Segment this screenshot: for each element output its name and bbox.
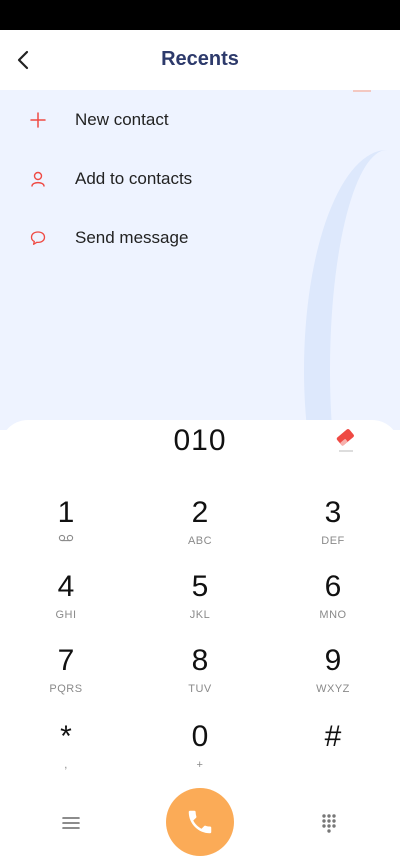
plus-icon — [28, 110, 48, 130]
key-letters: PQRS — [49, 683, 83, 695]
erase-button[interactable] — [330, 424, 362, 456]
key-digit: 5 — [191, 570, 209, 603]
person-icon — [28, 169, 48, 189]
status-bar — [0, 0, 400, 30]
key-digit: 9 — [324, 644, 342, 677]
dialpad-toggle-button[interactable] — [314, 808, 344, 838]
chat-bubble-icon — [28, 228, 48, 248]
key-digit: 3 — [324, 496, 342, 529]
add-to-contacts-label: Add to contacts — [75, 169, 193, 188]
key-digit: 0 — [191, 720, 209, 753]
eraser-icon — [336, 429, 354, 452]
key-letters: ABC — [187, 535, 213, 547]
new-contact-action[interactable]: New contact — [0, 94, 400, 146]
voicemail-icon — [58, 534, 74, 542]
key-digit: 1 — [57, 496, 75, 529]
key-letters: JKL — [189, 609, 211, 621]
call-button[interactable] — [166, 788, 234, 856]
key-1[interactable]: 1 — [16, 496, 116, 560]
key-letters: WXYZ — [316, 683, 350, 695]
key-letters: TUV — [188, 683, 212, 695]
key-digit: 2 — [191, 496, 209, 529]
bottom-bar — [0, 788, 400, 858]
key-hash[interactable]: # — [283, 720, 383, 784]
scroll-indicator — [353, 90, 371, 92]
dialpad-icon — [322, 814, 336, 833]
key-digit: * — [60, 720, 72, 753]
key-0[interactable]: 0 + — [150, 720, 250, 784]
key-8[interactable]: 8 TUV — [150, 644, 250, 708]
send-message-action[interactable]: Send message — [0, 212, 400, 264]
key-digit: 6 — [324, 570, 342, 603]
new-contact-label: New contact — [75, 110, 169, 129]
key-letters: + — [196, 759, 204, 771]
key-letters: MNO — [319, 609, 347, 621]
key-9[interactable]: 9 WXYZ — [283, 644, 383, 708]
key-letters: DEF — [321, 535, 345, 547]
phone-icon — [188, 810, 212, 834]
key-digit: 4 — [57, 570, 75, 603]
add-to-contacts-action[interactable]: Add to contacts — [0, 153, 400, 205]
key-2[interactable]: 2 ABC — [150, 496, 250, 560]
key-3[interactable]: 3 DEF — [283, 496, 383, 560]
key-7[interactable]: 7 PQRS — [16, 644, 116, 708]
header: Recents — [0, 30, 400, 90]
key-digit: 8 — [191, 644, 209, 677]
page-title: Recents — [161, 48, 239, 70]
menu-icon — [62, 817, 80, 829]
key-5[interactable]: 5 JKL — [150, 570, 250, 634]
key-digit: # — [324, 720, 342, 753]
key-star[interactable]: * , — [16, 720, 116, 784]
key-letters: , — [64, 759, 68, 771]
key-6[interactable]: 6 MNO — [283, 570, 383, 634]
menu-button[interactable] — [56, 808, 86, 838]
recents-content: New contact Add to contacts Send message — [0, 90, 400, 430]
key-4[interactable]: 4 GHI — [16, 570, 116, 634]
send-message-label: Send message — [75, 228, 189, 247]
key-letters: GHI — [55, 609, 77, 621]
key-digit: 7 — [57, 644, 75, 677]
